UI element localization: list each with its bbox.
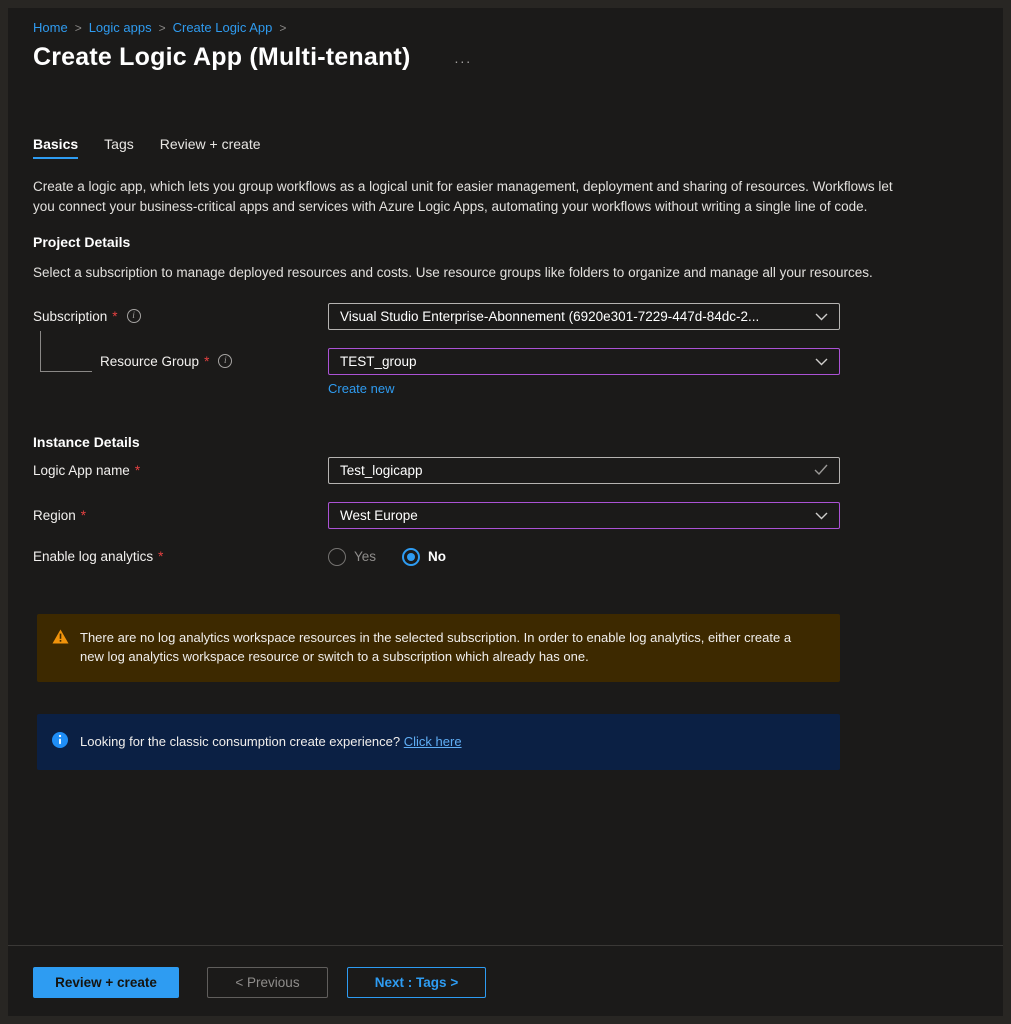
info-banner-text: Looking for the classic consumption crea… bbox=[80, 734, 400, 749]
region-dropdown[interactable]: West Europe bbox=[328, 502, 840, 529]
warning-banner: There are no log analytics workspace res… bbox=[37, 614, 840, 682]
radio-yes-circle-icon bbox=[328, 548, 346, 566]
subscription-resource-group-connector bbox=[40, 331, 92, 372]
region-value: West Europe bbox=[340, 508, 815, 523]
enable-log-analytics-radio-group: Yes No bbox=[328, 548, 446, 566]
info-banner: Looking for the classic consumption crea… bbox=[37, 714, 840, 770]
radio-yes-label: Yes bbox=[354, 549, 376, 564]
radio-yes[interactable]: Yes bbox=[328, 548, 376, 566]
region-row: Region * West Europe bbox=[33, 502, 963, 529]
logic-app-name-input[interactable] bbox=[340, 463, 814, 478]
required-asterisk: * bbox=[204, 354, 209, 369]
breadcrumb-separator: > bbox=[159, 21, 166, 35]
page-title: Create Logic App (Multi-tenant) bbox=[33, 43, 410, 72]
required-asterisk: * bbox=[81, 508, 86, 523]
region-label: Region bbox=[33, 508, 76, 523]
create-new-link[interactable]: Create new bbox=[328, 381, 394, 396]
warning-banner-text: There are no log analytics workspace res… bbox=[80, 628, 802, 668]
tab-tags[interactable]: Tags bbox=[104, 136, 134, 159]
logic-app-name-label: Logic App name bbox=[33, 463, 130, 478]
subscription-dropdown[interactable]: Visual Studio Enterprise-Abonnement (692… bbox=[328, 303, 840, 330]
project-details-form: Subscription * i Visual Studio Enterpris… bbox=[33, 303, 963, 398]
breadcrumb-link-logic-apps[interactable]: Logic apps bbox=[89, 20, 152, 35]
logic-app-name-field-wrapper bbox=[328, 457, 840, 484]
chevron-down-icon bbox=[815, 354, 828, 369]
chevron-down-icon bbox=[815, 309, 828, 324]
tab-basics[interactable]: Basics bbox=[33, 136, 78, 159]
breadcrumb-separator: > bbox=[75, 21, 82, 35]
footer-bar: Review + create < Previous Next : Tags > bbox=[8, 945, 1003, 1016]
resource-group-row: Resource Group * i TEST_group bbox=[33, 348, 963, 375]
project-details-heading: Project Details bbox=[33, 234, 963, 250]
breadcrumb-link-home[interactable]: Home bbox=[33, 20, 68, 35]
subscription-value: Visual Studio Enterprise-Abonnement (692… bbox=[340, 309, 815, 324]
required-asterisk: * bbox=[112, 309, 117, 324]
required-asterisk: * bbox=[135, 463, 140, 478]
previous-button[interactable]: < Previous bbox=[207, 967, 328, 998]
enable-log-analytics-label: Enable log analytics bbox=[33, 549, 153, 564]
next-tags-button[interactable]: Next : Tags > bbox=[347, 967, 486, 998]
breadcrumb: Home > Logic apps > Create Logic App > bbox=[33, 20, 963, 35]
radio-no-label: No bbox=[428, 549, 446, 564]
enable-log-analytics-row: Enable log analytics * Yes No bbox=[33, 546, 963, 568]
info-circle-icon bbox=[52, 731, 69, 753]
subscription-info-icon[interactable]: i bbox=[127, 309, 141, 323]
tab-bar: Basics Tags Review + create bbox=[33, 136, 963, 159]
subscription-label: Subscription bbox=[33, 309, 107, 324]
more-options-icon[interactable]: ... bbox=[454, 50, 472, 66]
logic-app-name-row: Logic App name * bbox=[33, 457, 963, 484]
intro-text: Create a logic app, which lets you group… bbox=[33, 177, 905, 217]
review-create-button[interactable]: Review + create bbox=[33, 967, 179, 998]
create-logic-app-page: Home > Logic apps > Create Logic App > Create… bbox=[8, 8, 1003, 1016]
warning-triangle-icon bbox=[52, 628, 69, 668]
breadcrumb-link-create-logic-app[interactable]: Create Logic App bbox=[173, 20, 273, 35]
subscription-row: Subscription * i Visual Studio Enterpris… bbox=[33, 303, 963, 330]
radio-no[interactable]: No bbox=[402, 548, 446, 566]
resource-group-info-icon[interactable]: i bbox=[218, 354, 232, 368]
project-details-description: Select a subscription to manage deployed… bbox=[33, 263, 905, 283]
instance-details-heading: Instance Details bbox=[33, 434, 963, 450]
resource-group-dropdown[interactable]: TEST_group bbox=[328, 348, 840, 375]
click-here-link[interactable]: Click here bbox=[404, 734, 462, 749]
check-mark-icon bbox=[814, 463, 828, 478]
chevron-down-icon bbox=[815, 508, 828, 523]
resource-group-value: TEST_group bbox=[340, 354, 815, 369]
required-asterisk: * bbox=[158, 549, 163, 564]
radio-no-circle-icon bbox=[402, 548, 420, 566]
tab-review-create[interactable]: Review + create bbox=[160, 136, 261, 159]
resource-group-label: Resource Group bbox=[100, 354, 199, 369]
breadcrumb-separator: > bbox=[279, 21, 286, 35]
